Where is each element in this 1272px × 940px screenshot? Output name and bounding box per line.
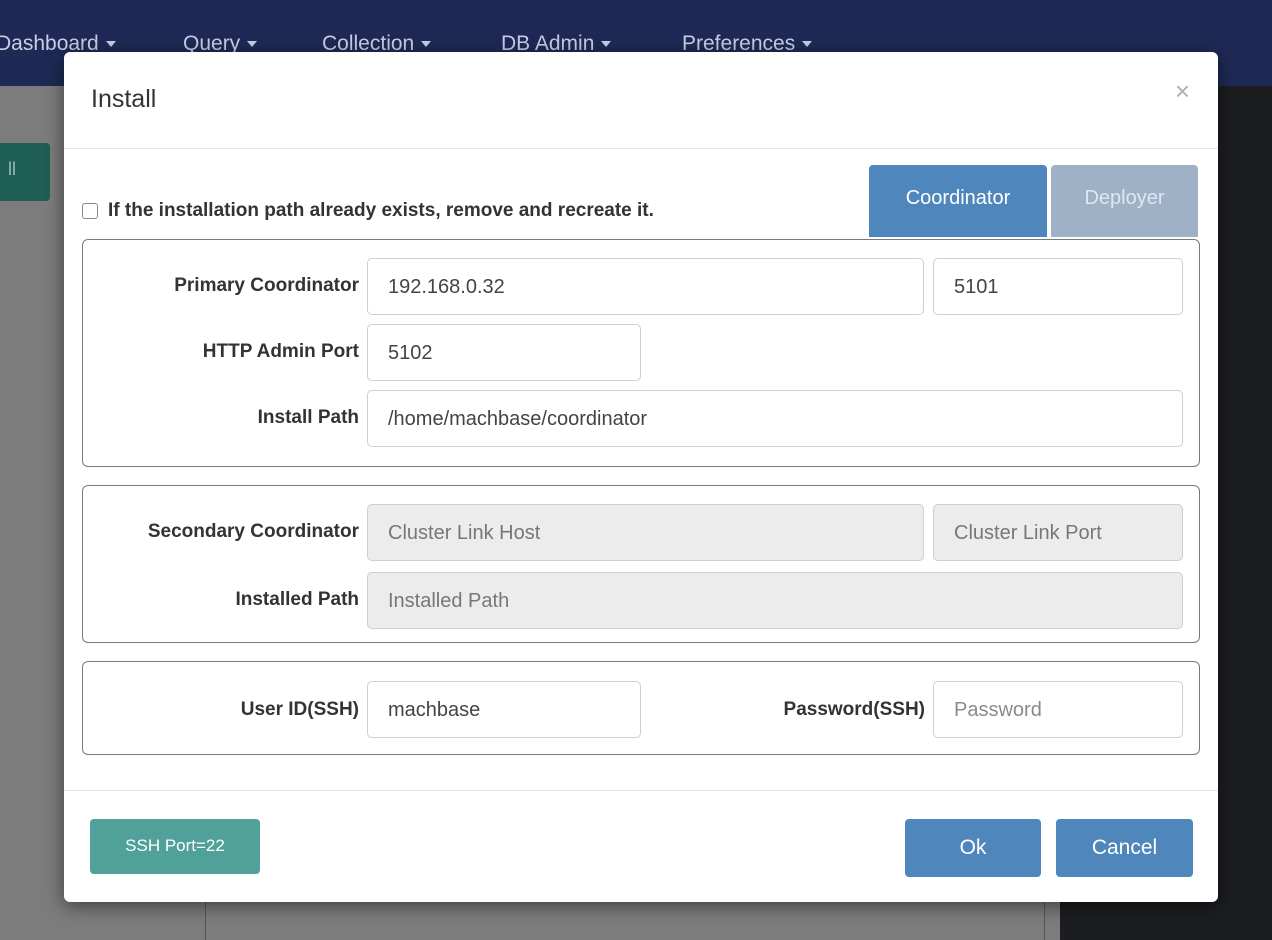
install-modal: Install × If the installation path alrea… [64, 52, 1218, 902]
cluster-link-host-input: Cluster Link Host [367, 504, 924, 561]
install-path-input[interactable]: /home/machbase/coordinator [367, 390, 1183, 447]
password-ssh-label: Password(SSH) [783, 699, 925, 720]
primary-coordinator-label: Primary Coordinator [174, 275, 359, 296]
recreate-label: If the installation path already exists,… [108, 200, 654, 221]
primary-coordinator-group: Primary Coordinator 192.168.0.32 5101 HT… [82, 239, 1200, 467]
password-ssh-input[interactable]: Password [933, 681, 1183, 738]
background-install-button[interactable]: ll [0, 143, 50, 201]
recreate-checkbox[interactable] [82, 203, 98, 219]
tab-deployer[interactable]: Deployer [1051, 165, 1198, 237]
installed-path-label: Installed Path [235, 589, 359, 610]
chevron-down-icon [247, 41, 258, 48]
chevron-down-icon [421, 41, 432, 48]
ssh-port-button[interactable]: SSH Port=22 [90, 819, 260, 874]
ok-button[interactable]: Ok [905, 819, 1041, 877]
secondary-coordinator-label: Secondary Coordinator [147, 521, 359, 542]
primary-host-input[interactable]: 192.168.0.32 [367, 258, 924, 315]
background-install-button-label: ll [8, 159, 16, 179]
cluster-link-port-input: Cluster Link Port [933, 504, 1183, 561]
primary-port-input[interactable]: 5101 [933, 258, 1183, 315]
http-admin-port-label: HTTP Admin Port [202, 341, 359, 362]
modal-footer: SSH Port=22 Ok Cancel [64, 790, 1218, 902]
cancel-button[interactable]: Cancel [1056, 819, 1193, 877]
ssh-credentials-group: User ID(SSH) machbase Password(SSH) Pass… [82, 661, 1200, 755]
recreate-option: If the installation path already exists,… [82, 200, 654, 222]
modal-title: Install [91, 85, 157, 113]
modal-header: Install × [64, 52, 1218, 149]
http-admin-port-input[interactable]: 5102 [367, 324, 641, 381]
chevron-down-icon [105, 41, 116, 48]
installed-path-input: Installed Path [367, 572, 1183, 629]
user-id-ssh-input[interactable]: machbase [367, 681, 641, 738]
chevron-down-icon [601, 41, 612, 48]
secondary-coordinator-group: Secondary Coordinator Cluster Link Host … [82, 485, 1200, 643]
tab-coordinator[interactable]: Coordinator [869, 165, 1047, 237]
install-path-label: Install Path [257, 407, 359, 428]
background-content-box [205, 900, 1045, 940]
chevron-down-icon [802, 41, 813, 48]
user-id-ssh-label: User ID(SSH) [240, 699, 359, 720]
close-icon[interactable]: × [1175, 78, 1190, 104]
